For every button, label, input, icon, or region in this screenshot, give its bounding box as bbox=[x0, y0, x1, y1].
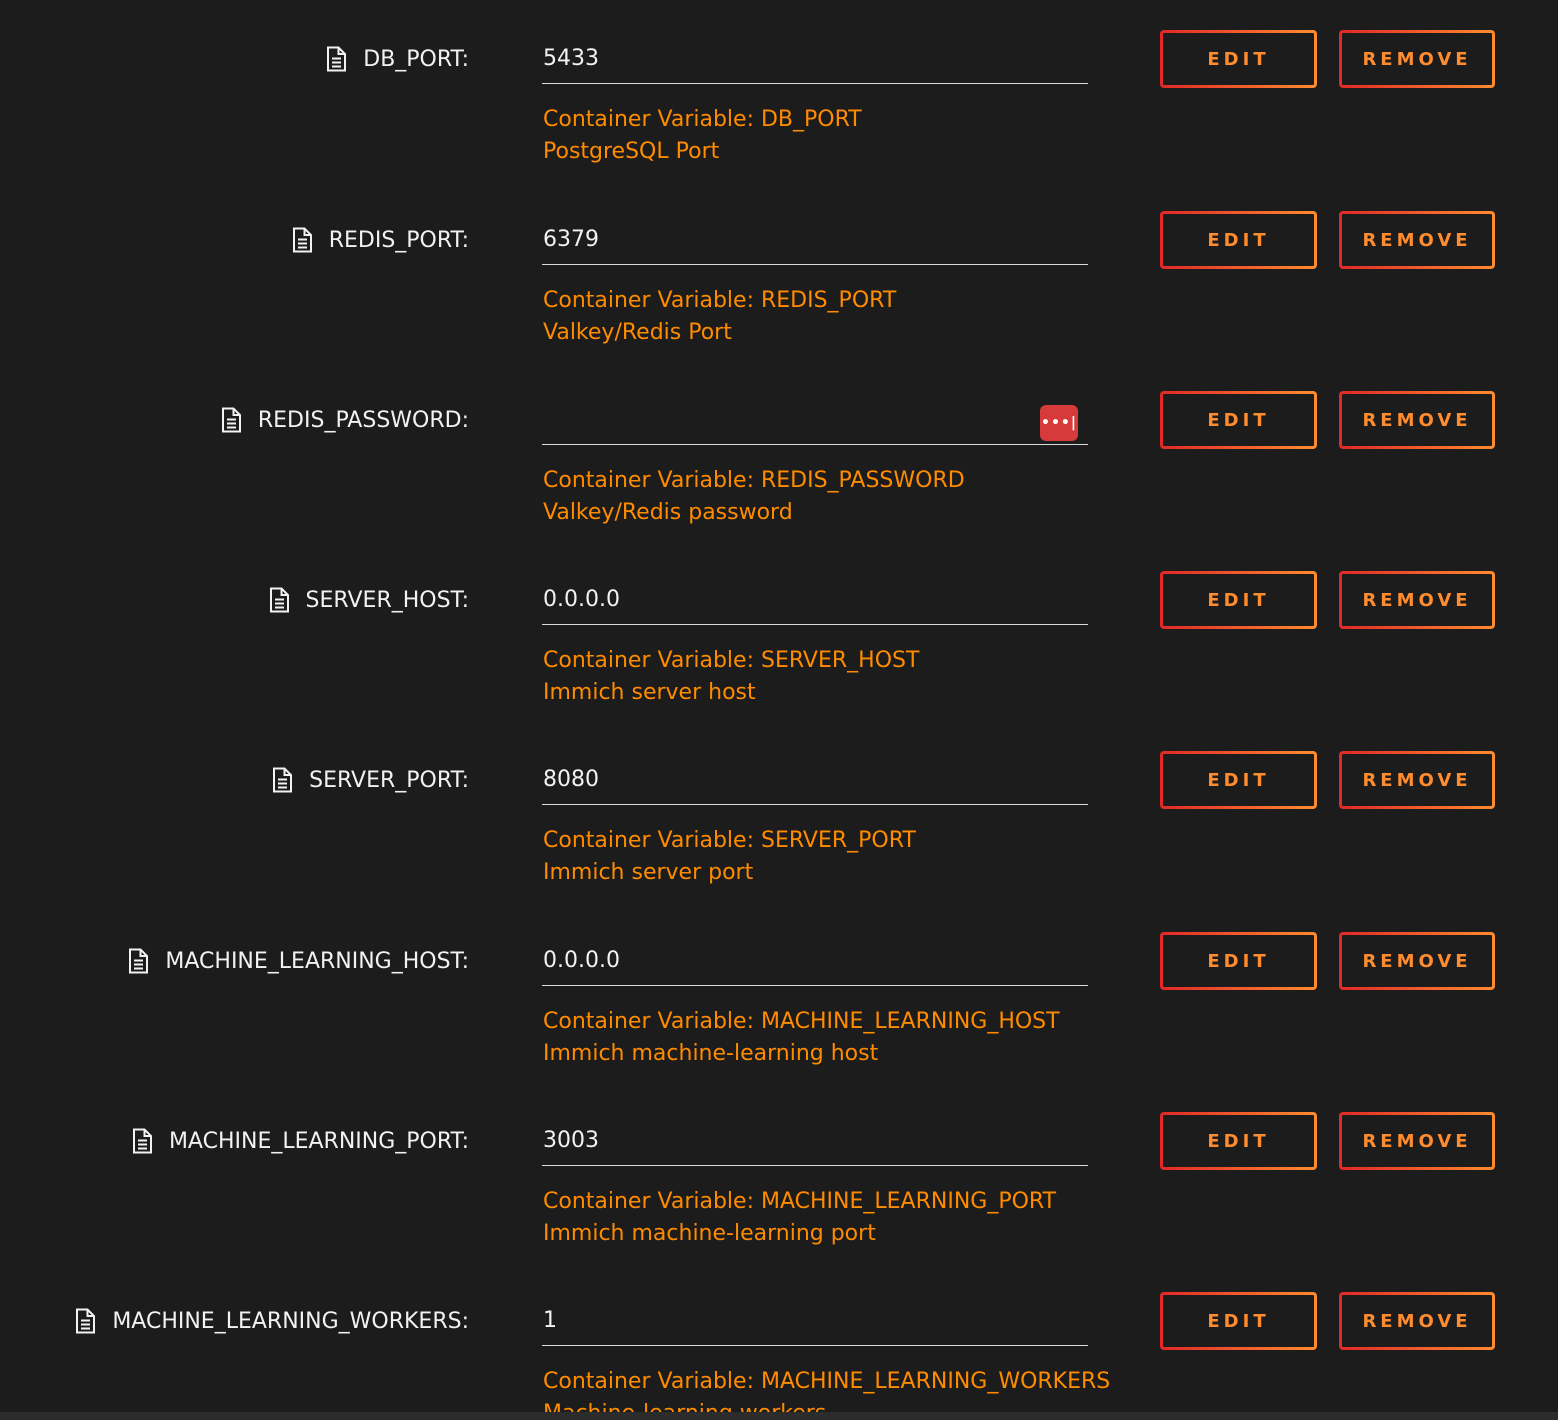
variable-row-machine-learning-workers: MACHINE_LEARNING_WORKERS: 1 Container Va… bbox=[0, 1292, 1558, 1412]
variable-label: DB_PORT: bbox=[325, 42, 469, 76]
variable-row-redis-password: REDIS_PASSWORD: •••| Container Variable:… bbox=[0, 391, 1558, 571]
variable-description: Immich server port bbox=[543, 860, 754, 885]
container-variable-text: Container Variable: REDIS_PASSWORD bbox=[543, 468, 965, 493]
variable-description: Machine-learning workers bbox=[543, 1398, 1110, 1412]
variable-value-input[interactable]: •••| bbox=[542, 395, 1088, 445]
variable-label-text: REDIS_PORT: bbox=[328, 227, 469, 253]
variable-label-text: SERVER_PORT: bbox=[309, 767, 469, 793]
document-icon bbox=[127, 948, 149, 974]
variable-help: Container Variable: SERVER_PORT Immich s… bbox=[543, 825, 916, 889]
container-variable-text: Container Variable: SERVER_HOST bbox=[543, 648, 920, 673]
variable-label-text: MACHINE_LEARNING_PORT: bbox=[168, 1128, 469, 1154]
variable-help: Container Variable: MACHINE_LEARNING_WOR… bbox=[543, 1366, 1110, 1412]
variable-value-text: 1 bbox=[543, 1308, 557, 1333]
document-icon bbox=[271, 767, 293, 793]
container-variable-text: Container Variable: MACHINE_LEARNING_WOR… bbox=[543, 1369, 1111, 1394]
variable-row-machine-learning-port: MACHINE_LEARNING_PORT: 3003 Container Va… bbox=[0, 1112, 1558, 1292]
variable-value-text: 6379 bbox=[543, 227, 599, 252]
variable-description: Immich server host bbox=[543, 680, 756, 705]
container-variable-text: Container Variable: DB_PORT bbox=[543, 107, 862, 132]
variable-label-text: DB_PORT: bbox=[363, 46, 469, 72]
document-icon bbox=[325, 46, 347, 72]
remove-button[interactable]: REMOVE bbox=[1339, 1292, 1495, 1350]
variable-help: Container Variable: MACHINE_LEARNING_HOS… bbox=[543, 1006, 1060, 1070]
variable-row-redis-port: REDIS_PORT: 6379 Container Variable: RED… bbox=[0, 211, 1558, 391]
edit-button[interactable]: EDIT bbox=[1160, 751, 1317, 809]
variable-label-text: REDIS_PASSWORD: bbox=[257, 407, 469, 433]
variable-help: Container Variable: DB_PORT PostgreSQL P… bbox=[543, 104, 862, 168]
variable-label: MACHINE_LEARNING_HOST: bbox=[127, 944, 469, 978]
variable-label: REDIS_PORT: bbox=[291, 223, 469, 257]
remove-button[interactable]: REMOVE bbox=[1339, 30, 1495, 88]
document-icon bbox=[74, 1308, 96, 1334]
document-icon bbox=[268, 587, 290, 613]
template-settings-page: DB_PORT: 5433 Container Variable: DB_POR… bbox=[0, 0, 1558, 1420]
edit-button[interactable]: EDIT bbox=[1160, 932, 1317, 990]
variable-row-machine-learning-host: MACHINE_LEARNING_HOST: 0.0.0.0 Container… bbox=[0, 932, 1558, 1112]
variable-row-db-port: DB_PORT: 5433 Container Variable: DB_POR… bbox=[0, 30, 1558, 210]
variable-value-text: 0.0.0.0 bbox=[543, 948, 620, 973]
variable-row-server-port: SERVER_PORT: 8080 Container Variable: SE… bbox=[0, 751, 1558, 931]
variable-value-text: 5433 bbox=[543, 46, 599, 71]
edit-button[interactable]: EDIT bbox=[1160, 1112, 1317, 1170]
variable-label: MACHINE_LEARNING_PORT: bbox=[131, 1124, 469, 1158]
variable-description: Valkey/Redis Port bbox=[543, 320, 732, 345]
variable-label: MACHINE_LEARNING_WORKERS: bbox=[74, 1304, 469, 1338]
variable-label-text: MACHINE_LEARNING_WORKERS: bbox=[112, 1308, 469, 1334]
edit-button[interactable]: EDIT bbox=[1160, 30, 1317, 88]
variable-label-text: SERVER_HOST: bbox=[305, 587, 469, 613]
container-variable-text: Container Variable: SERVER_PORT bbox=[543, 828, 916, 853]
variable-value-text: 0.0.0.0 bbox=[543, 587, 620, 612]
remove-button[interactable]: REMOVE bbox=[1339, 751, 1495, 809]
document-icon bbox=[220, 407, 242, 433]
variable-value-input[interactable]: 0.0.0.0 bbox=[542, 575, 1088, 625]
variable-label: SERVER_HOST: bbox=[268, 583, 469, 617]
variable-value-input[interactable]: 5433 bbox=[542, 34, 1088, 84]
variable-help: Container Variable: REDIS_PASSWORD Valke… bbox=[543, 465, 965, 529]
container-variable-text: Container Variable: REDIS_PORT bbox=[543, 288, 897, 313]
variable-value-input[interactable]: 6379 bbox=[542, 215, 1088, 265]
variable-value-text: 3003 bbox=[543, 1128, 599, 1153]
edit-button[interactable]: EDIT bbox=[1160, 1292, 1317, 1350]
variable-help: Container Variable: MACHINE_LEARNING_POR… bbox=[543, 1186, 1056, 1250]
variable-label-text: MACHINE_LEARNING_HOST: bbox=[165, 948, 469, 974]
variable-value-input[interactable]: 3003 bbox=[542, 1116, 1088, 1166]
variable-label: SERVER_PORT: bbox=[271, 763, 469, 797]
variable-help: Container Variable: REDIS_PORT Valkey/Re… bbox=[543, 285, 896, 349]
document-icon bbox=[291, 227, 313, 253]
document-icon bbox=[131, 1128, 153, 1154]
edit-button[interactable]: EDIT bbox=[1160, 571, 1317, 629]
remove-button[interactable]: REMOVE bbox=[1339, 1112, 1495, 1170]
variable-value-text: 8080 bbox=[543, 767, 599, 792]
variable-label: REDIS_PASSWORD: bbox=[220, 403, 469, 437]
remove-button[interactable]: REMOVE bbox=[1339, 211, 1495, 269]
variable-description: Immich machine-learning host bbox=[543, 1041, 879, 1066]
edit-button[interactable]: EDIT bbox=[1160, 391, 1317, 449]
variable-description: PostgreSQL Port bbox=[543, 139, 720, 164]
password-manager-icon[interactable]: •••| bbox=[1040, 405, 1078, 441]
remove-button[interactable]: REMOVE bbox=[1339, 391, 1495, 449]
remove-button[interactable]: REMOVE bbox=[1339, 571, 1495, 629]
variable-value-input[interactable]: 8080 bbox=[542, 755, 1088, 805]
variable-description: Immich machine-learning port bbox=[543, 1221, 876, 1246]
remove-button[interactable]: REMOVE bbox=[1339, 932, 1495, 990]
edit-button[interactable]: EDIT bbox=[1160, 211, 1317, 269]
container-variable-text: Container Variable: MACHINE_LEARNING_HOS… bbox=[543, 1009, 1060, 1034]
variable-value-input[interactable]: 1 bbox=[542, 1296, 1088, 1346]
variable-value-input[interactable]: 0.0.0.0 bbox=[542, 936, 1088, 986]
variable-help: Container Variable: SERVER_HOST Immich s… bbox=[543, 645, 919, 709]
horizontal-scrollbar[interactable] bbox=[0, 1412, 1558, 1420]
variable-row-server-host: SERVER_HOST: 0.0.0.0 Container Variable:… bbox=[0, 571, 1558, 751]
container-variable-text: Container Variable: MACHINE_LEARNING_POR… bbox=[543, 1189, 1057, 1214]
variable-description: Valkey/Redis password bbox=[543, 500, 793, 525]
